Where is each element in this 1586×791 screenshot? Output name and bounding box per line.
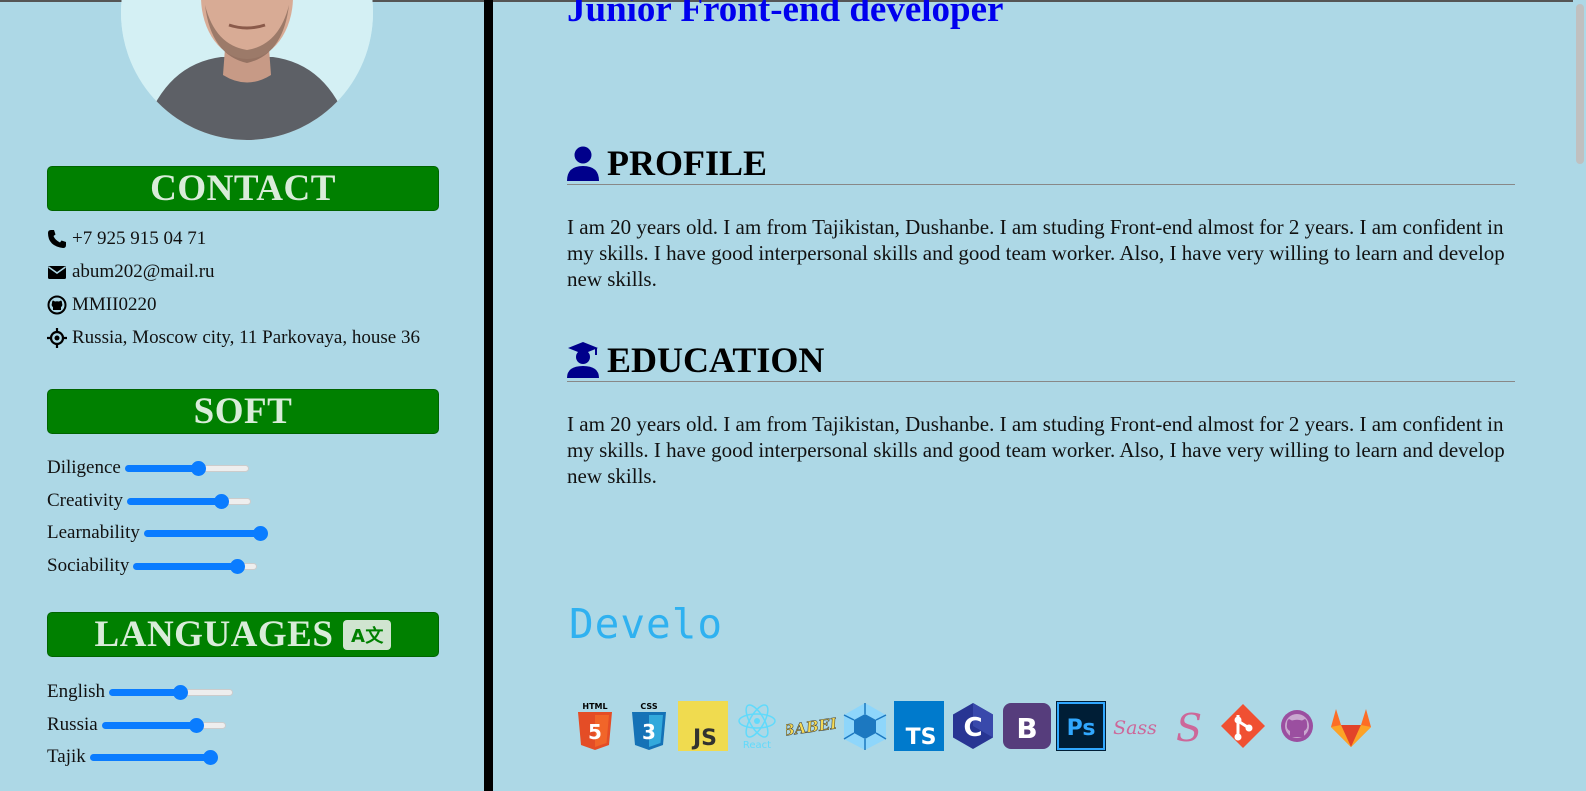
language-english: English: [47, 679, 234, 705]
skill-label: Learnability: [47, 522, 140, 543]
contact-title-text: CONTACT: [150, 168, 336, 209]
react-icon: React: [732, 701, 782, 751]
skill-learnability: Learnability: [47, 520, 268, 546]
slider-thumb[interactable]: [252, 526, 268, 541]
javascript-icon: JS: [678, 701, 728, 751]
html5-icon: HTML 5: [570, 701, 620, 751]
scrollbar-thumb[interactable]: [1576, 4, 1584, 164]
job-title: Junior Front-end developer: [567, 0, 1004, 30]
svg-text:5: 5: [588, 720, 602, 744]
babel-icon: BABEL: [786, 701, 836, 751]
contact-phone[interactable]: +7 925 915 04 71: [47, 228, 206, 250]
skill-label: Creativity: [47, 490, 123, 511]
github-icon: [47, 295, 67, 315]
column-divider: [484, 0, 493, 791]
sass-icon: Sass: [1110, 701, 1160, 751]
sass-logo-icon: S: [1164, 701, 1214, 751]
education-text: I am 20 years old. I am from Tajikistan,…: [567, 412, 1505, 488]
skill-sociability: Sociability: [47, 553, 258, 579]
svg-text:HTML: HTML: [582, 702, 607, 711]
contact-email[interactable]: abum202@mail.ru: [47, 261, 215, 283]
contact-github-text: MMII0220: [72, 294, 157, 315]
profile-text: I am 20 years old. I am from Tajikistan,…: [567, 215, 1505, 291]
c-icon: C: [948, 701, 998, 751]
phone-icon: [48, 230, 66, 248]
contact-github[interactable]: MMII0220: [47, 294, 156, 316]
soft-title-text: SOFT: [193, 391, 293, 432]
svg-text:S: S: [1176, 706, 1202, 750]
language-slider[interactable]: [101, 712, 226, 738]
translate-icon: A文: [343, 619, 392, 650]
css3-icon: CSS 3: [624, 701, 674, 751]
languages-section-title: LANGUAGES A文: [47, 612, 439, 657]
language-slider[interactable]: [89, 744, 218, 770]
contact-email-text: abum202@mail.ru: [72, 261, 215, 282]
svg-text:TS: TS: [906, 725, 937, 750]
slider-thumb[interactable]: [202, 750, 218, 765]
location-icon: [47, 328, 67, 348]
vertical-scrollbar[interactable]: [1573, 0, 1586, 791]
bootstrap-icon: B: [1002, 701, 1052, 751]
slider-thumb[interactable]: [173, 685, 189, 700]
education-heading: EDUCATION: [567, 338, 1515, 382]
slider-thumb[interactable]: [190, 461, 206, 476]
sidebar: CONTACT +7 925 915 04 71 abum202@mail.ru…: [0, 0, 484, 791]
skill-diligence: Diligence: [47, 455, 249, 481]
skill-creativity: Creativity: [47, 488, 251, 514]
typescript-icon: TS: [894, 701, 944, 751]
svg-text:Sass: Sass: [1113, 717, 1157, 739]
svg-text:3: 3: [642, 720, 656, 744]
photoshop-icon: Ps: [1056, 701, 1106, 751]
skill-label: Diligence: [47, 457, 121, 478]
tech-stack-icons: HTML 5 CSS 3 JS React BABEL TS C B Ps Sa…: [570, 701, 1376, 751]
svg-text:C: C: [963, 713, 982, 743]
language-label: Tajik: [47, 746, 86, 767]
user-icon: [567, 146, 599, 181]
gitlab-icon: [1326, 701, 1376, 751]
slider-thumb[interactable]: [213, 494, 229, 509]
envelope-icon: [48, 266, 66, 279]
contact-section-title: CONTACT: [47, 166, 439, 211]
contact-address[interactable]: Russia, Moscow city, 11 Parkovaya, house…: [47, 327, 420, 349]
slider-thumb[interactable]: [188, 718, 204, 733]
slider-thumb[interactable]: [230, 559, 246, 574]
soft-section-title: SOFT: [47, 389, 439, 434]
svg-text:JS: JS: [691, 726, 717, 751]
svg-text:BABEL: BABEL: [786, 714, 836, 740]
language-label: Russia: [47, 714, 98, 735]
skill-slider[interactable]: [143, 520, 268, 546]
language-russia: Russia: [47, 712, 226, 738]
svg-text:B: B: [1016, 712, 1037, 745]
avatar-photo: [121, 0, 373, 140]
skill-slider[interactable]: [133, 553, 258, 579]
skill-slider[interactable]: [124, 455, 249, 481]
git-icon: [1218, 701, 1268, 751]
svg-text:CSS: CSS: [640, 702, 657, 711]
skill-slider[interactable]: [126, 488, 251, 514]
webpack-icon: [840, 701, 890, 751]
education-heading-text: EDUCATION: [607, 339, 825, 380]
contact-phone-text: +7 925 915 04 71: [72, 228, 207, 249]
skill-label: Sociability: [47, 555, 130, 576]
svg-text:React: React: [743, 740, 771, 751]
contact-address-text: Russia, Moscow city, 11 Parkovaya, house…: [72, 327, 420, 348]
typing-animation-text: Develo: [569, 600, 724, 648]
language-slider[interactable]: [109, 679, 234, 705]
github-icon: [1272, 701, 1322, 751]
graduate-icon: [567, 341, 599, 378]
language-tajik: Tajik: [47, 744, 218, 770]
profile-heading-text: PROFILE: [607, 142, 768, 183]
svg-text:Ps: Ps: [1067, 716, 1096, 741]
profile-heading: PROFILE: [567, 141, 1515, 185]
avatar: [121, 0, 373, 140]
languages-title-text: LANGUAGES: [94, 614, 334, 655]
language-label: English: [47, 681, 106, 702]
